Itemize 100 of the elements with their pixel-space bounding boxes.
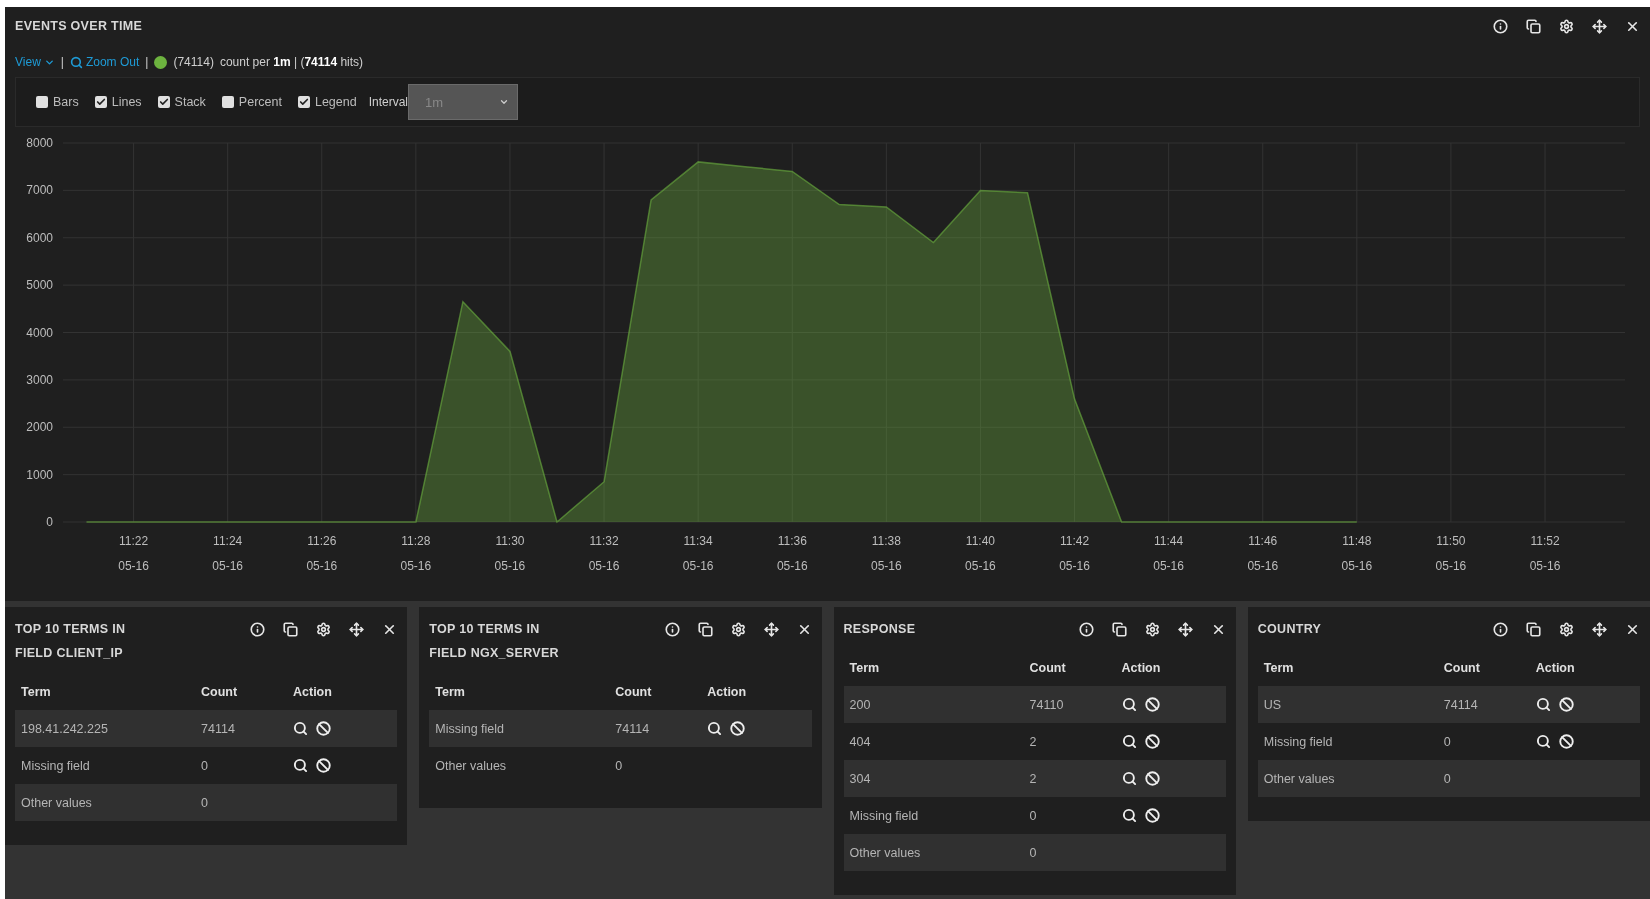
search-icon[interactable]	[1121, 808, 1137, 823]
column-header: Term	[21, 684, 52, 699]
copy-icon[interactable]	[1111, 622, 1127, 637]
count-cell-text: 74114	[1443, 697, 1479, 712]
y-axis-label: 0	[46, 515, 53, 529]
count-cell-text: 74114	[201, 721, 236, 736]
ban-icon[interactable]	[730, 721, 746, 736]
move-icon[interactable]	[1177, 622, 1193, 637]
panel-title: TOP 10 TERMS IN FIELD NGX_SERVER	[429, 621, 560, 662]
x-axis-label: 11:28 05-16	[400, 534, 432, 573]
count-cell-text: 74110	[1029, 697, 1065, 712]
count-cell-text: 0	[1443, 771, 1452, 786]
column-header: Term	[849, 660, 881, 675]
x-axis-label: 11:46 05-16	[1247, 534, 1279, 573]
check-icon	[298, 97, 309, 107]
option-checkbox[interactable]: Lines	[94, 95, 142, 109]
view-menu[interactable]: View	[15, 55, 55, 69]
search-icon[interactable]	[1121, 697, 1137, 712]
count-cell-text: 0	[1029, 808, 1038, 823]
term-cell-text: Missing field	[1263, 734, 1334, 749]
search-icon[interactable]	[1121, 771, 1137, 786]
column-header: Count	[1443, 660, 1481, 675]
search-icon[interactable]	[707, 721, 723, 736]
settings-icon[interactable]	[1144, 622, 1160, 637]
ban-icon[interactable]	[1558, 697, 1574, 712]
copy-icon[interactable]	[1526, 18, 1541, 34]
info-icon[interactable]	[1493, 622, 1508, 637]
panel-title: COUNTRY	[1257, 621, 1322, 638]
info-icon[interactable]	[1493, 18, 1508, 34]
count-cell-text: 0	[615, 758, 624, 773]
search-icon[interactable]	[293, 758, 308, 773]
count-cell-text: 0	[201, 795, 209, 810]
x-axis-label: 11:26 05-16	[306, 534, 338, 573]
info-icon[interactable]	[664, 622, 680, 637]
x-axis-label: 11:30 05-16	[494, 534, 526, 573]
copy-icon[interactable]	[697, 622, 713, 637]
move-icon[interactable]	[763, 622, 779, 637]
column-header: Count	[201, 684, 239, 699]
term-cell-text: Other values	[849, 845, 922, 860]
copy-icon[interactable]	[1526, 622, 1541, 637]
info-icon[interactable]	[250, 622, 266, 637]
panel-title: RESPONSE	[843, 621, 916, 638]
search-icon	[69, 55, 83, 69]
caret-icon	[499, 97, 510, 107]
term-cell-text: Other values	[1263, 771, 1336, 786]
term-cell-text: Missing field	[849, 808, 920, 823]
column-header: Action	[293, 684, 333, 699]
option-checkbox[interactable]: Percent	[221, 95, 282, 109]
info-icon[interactable]	[1078, 622, 1094, 637]
option-checkbox[interactable]: Bars	[36, 95, 79, 109]
x-axis-label: 11:42 05-16	[1059, 534, 1090, 573]
option-checkbox[interactable]: Legend	[297, 95, 357, 109]
term-cell-text: Other values	[435, 758, 508, 773]
copy-icon[interactable]	[283, 622, 299, 637]
y-axis-label: 2000	[26, 420, 53, 435]
ban-icon[interactable]	[316, 758, 331, 773]
ban-icon[interactable]	[1144, 808, 1160, 823]
legend-count: (74114)	[173, 55, 214, 69]
y-axis-label: 6000	[26, 230, 53, 245]
x-axis-label: 11:44 05-16	[1153, 534, 1184, 573]
close-icon[interactable]	[1625, 622, 1640, 637]
x-axis-label: 11:34 05-16	[682, 534, 714, 573]
column-header: Count	[1029, 660, 1067, 675]
y-axis-label: 4000	[26, 325, 53, 340]
search-icon[interactable]	[1121, 734, 1137, 749]
settings-icon[interactable]	[1559, 622, 1574, 637]
column-header: Action	[707, 684, 748, 699]
move-icon[interactable]	[1592, 18, 1607, 34]
move-icon[interactable]	[1592, 622, 1607, 637]
option-checkbox[interactable]: Stack	[157, 95, 206, 109]
y-axis-label: 3000	[26, 372, 53, 387]
ban-icon[interactable]	[1558, 734, 1574, 749]
term-cell-text: 404	[849, 734, 872, 749]
column-header: Term	[1263, 660, 1295, 675]
separator: |	[145, 55, 149, 69]
move-icon[interactable]	[349, 622, 365, 637]
x-axis-label: 11:52 05-16	[1529, 534, 1561, 573]
search-icon[interactable]	[293, 721, 308, 736]
settings-icon[interactable]	[316, 622, 332, 637]
ban-icon[interactable]	[316, 721, 331, 736]
ban-icon[interactable]	[1144, 697, 1160, 712]
term-cell-text: Other values	[21, 795, 93, 810]
search-icon[interactable]	[1535, 697, 1551, 712]
zoom-out-link[interactable]: Zoom Out	[69, 55, 140, 69]
search-icon[interactable]	[1535, 734, 1551, 749]
settings-icon[interactable]	[730, 622, 746, 637]
x-axis-label: 11:48 05-16	[1341, 534, 1373, 573]
x-axis-label: 11:24 05-16	[212, 534, 243, 573]
term-cell-text: US	[1263, 697, 1283, 712]
term-cell-text: 200	[849, 697, 872, 712]
count-cell-text: 0	[1443, 734, 1452, 749]
ban-icon[interactable]	[1144, 734, 1160, 749]
y-axis-label: 1000	[26, 467, 53, 482]
x-axis-label: 11:40 05-16	[965, 534, 996, 573]
term-cell-text: 304	[849, 771, 872, 786]
term-cell-text: 198.41.242.225	[21, 721, 109, 736]
term-cell-text: Missing field	[435, 721, 506, 736]
ban-icon[interactable]	[1144, 771, 1160, 786]
settings-icon[interactable]	[1559, 18, 1574, 34]
count-cell-text: 2	[1029, 734, 1038, 749]
